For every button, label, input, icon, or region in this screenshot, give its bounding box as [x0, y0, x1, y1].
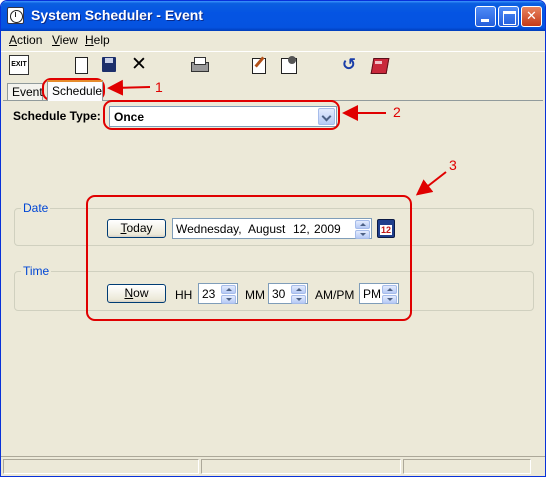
- spin-up-icon[interactable]: [382, 285, 397, 294]
- refresh-icon[interactable]: ↺: [339, 55, 359, 75]
- toolbar: EXIT ✕ ↺: [1, 51, 545, 77]
- status-panel-3: [403, 459, 531, 474]
- schedule-type-label: Schedule Type:: [13, 109, 101, 123]
- spin-up-icon[interactable]: [291, 285, 306, 294]
- now-button[interactable]: Now: [107, 284, 166, 303]
- date-group-title: Date: [21, 201, 51, 215]
- minute-value: 30: [272, 287, 286, 301]
- today-button[interactable]: Today: [107, 219, 166, 238]
- status-panel-1: [3, 459, 199, 474]
- date-picker[interactable]: Wednesday, August 12, 2009: [172, 218, 372, 239]
- hour-label: HH: [175, 288, 193, 302]
- date-day: 12,: [293, 222, 310, 236]
- menu-view[interactable]: View: [52, 33, 78, 47]
- minimize-button[interactable]: [475, 6, 496, 27]
- help-book-icon[interactable]: [369, 55, 389, 75]
- chevron-down-icon[interactable]: [318, 108, 335, 125]
- date-month: August: [248, 222, 286, 236]
- spin-down-icon[interactable]: [355, 230, 370, 239]
- ampm-stepper[interactable]: PM: [359, 283, 399, 304]
- new-document-icon[interactable]: [71, 55, 91, 75]
- print-icon[interactable]: [189, 55, 209, 75]
- delete-icon[interactable]: ✕: [129, 55, 149, 75]
- spin-down-icon[interactable]: [221, 295, 236, 304]
- annotation-label-3: 3: [449, 157, 457, 173]
- close-button[interactable]: ✕: [521, 6, 542, 27]
- spin-up-icon[interactable]: [221, 285, 236, 294]
- minute-stepper[interactable]: 30: [268, 283, 308, 304]
- clock-app-icon: [7, 7, 24, 24]
- spin-down-icon[interactable]: [382, 295, 397, 304]
- exit-icon[interactable]: EXIT: [9, 55, 29, 75]
- edit-icon[interactable]: [249, 55, 269, 75]
- app-window: System Scheduler - Event ✕ Action View H…: [0, 0, 546, 477]
- annotation-label-1: 1: [155, 79, 163, 95]
- tab-strip: Event Schedule: [1, 79, 545, 101]
- schedule-type-select[interactable]: Once: [109, 106, 337, 127]
- maximize-button[interactable]: [498, 6, 519, 27]
- title-bar[interactable]: System Scheduler - Event ✕: [1, 1, 545, 31]
- time-group-title: Time: [21, 264, 52, 278]
- spin-down-icon[interactable]: [291, 295, 306, 304]
- status-bar: [1, 456, 545, 476]
- close-icon: ✕: [526, 8, 537, 23]
- ampm-value: PM: [363, 287, 381, 301]
- tab-event[interactable]: Event: [7, 83, 43, 101]
- calendar-icon[interactable]: 12: [377, 219, 395, 238]
- menu-help[interactable]: Help: [85, 33, 110, 47]
- today-button-label: Today: [120, 221, 153, 235]
- date-year: 2009: [314, 222, 341, 236]
- schedule-type-value: Once: [114, 110, 145, 124]
- spin-up-icon[interactable]: [355, 220, 370, 229]
- save-icon[interactable]: [99, 55, 119, 75]
- annotation-label-2: 2: [393, 104, 401, 120]
- minute-label: MM: [245, 288, 265, 302]
- menu-bar: Action View Help: [1, 31, 545, 49]
- menu-action[interactable]: Action: [9, 33, 42, 47]
- ampm-label: AM/PM: [315, 288, 355, 302]
- tab-schedule[interactable]: Schedule: [47, 80, 103, 101]
- window-title: System Scheduler - Event: [31, 7, 203, 23]
- now-button-label: Now: [124, 286, 149, 300]
- hour-stepper[interactable]: 23: [198, 283, 238, 304]
- hour-value: 23: [202, 287, 216, 301]
- date-weekday: Wednesday,: [176, 222, 242, 236]
- properties-icon[interactable]: [279, 55, 299, 75]
- status-panel-2: [201, 459, 401, 474]
